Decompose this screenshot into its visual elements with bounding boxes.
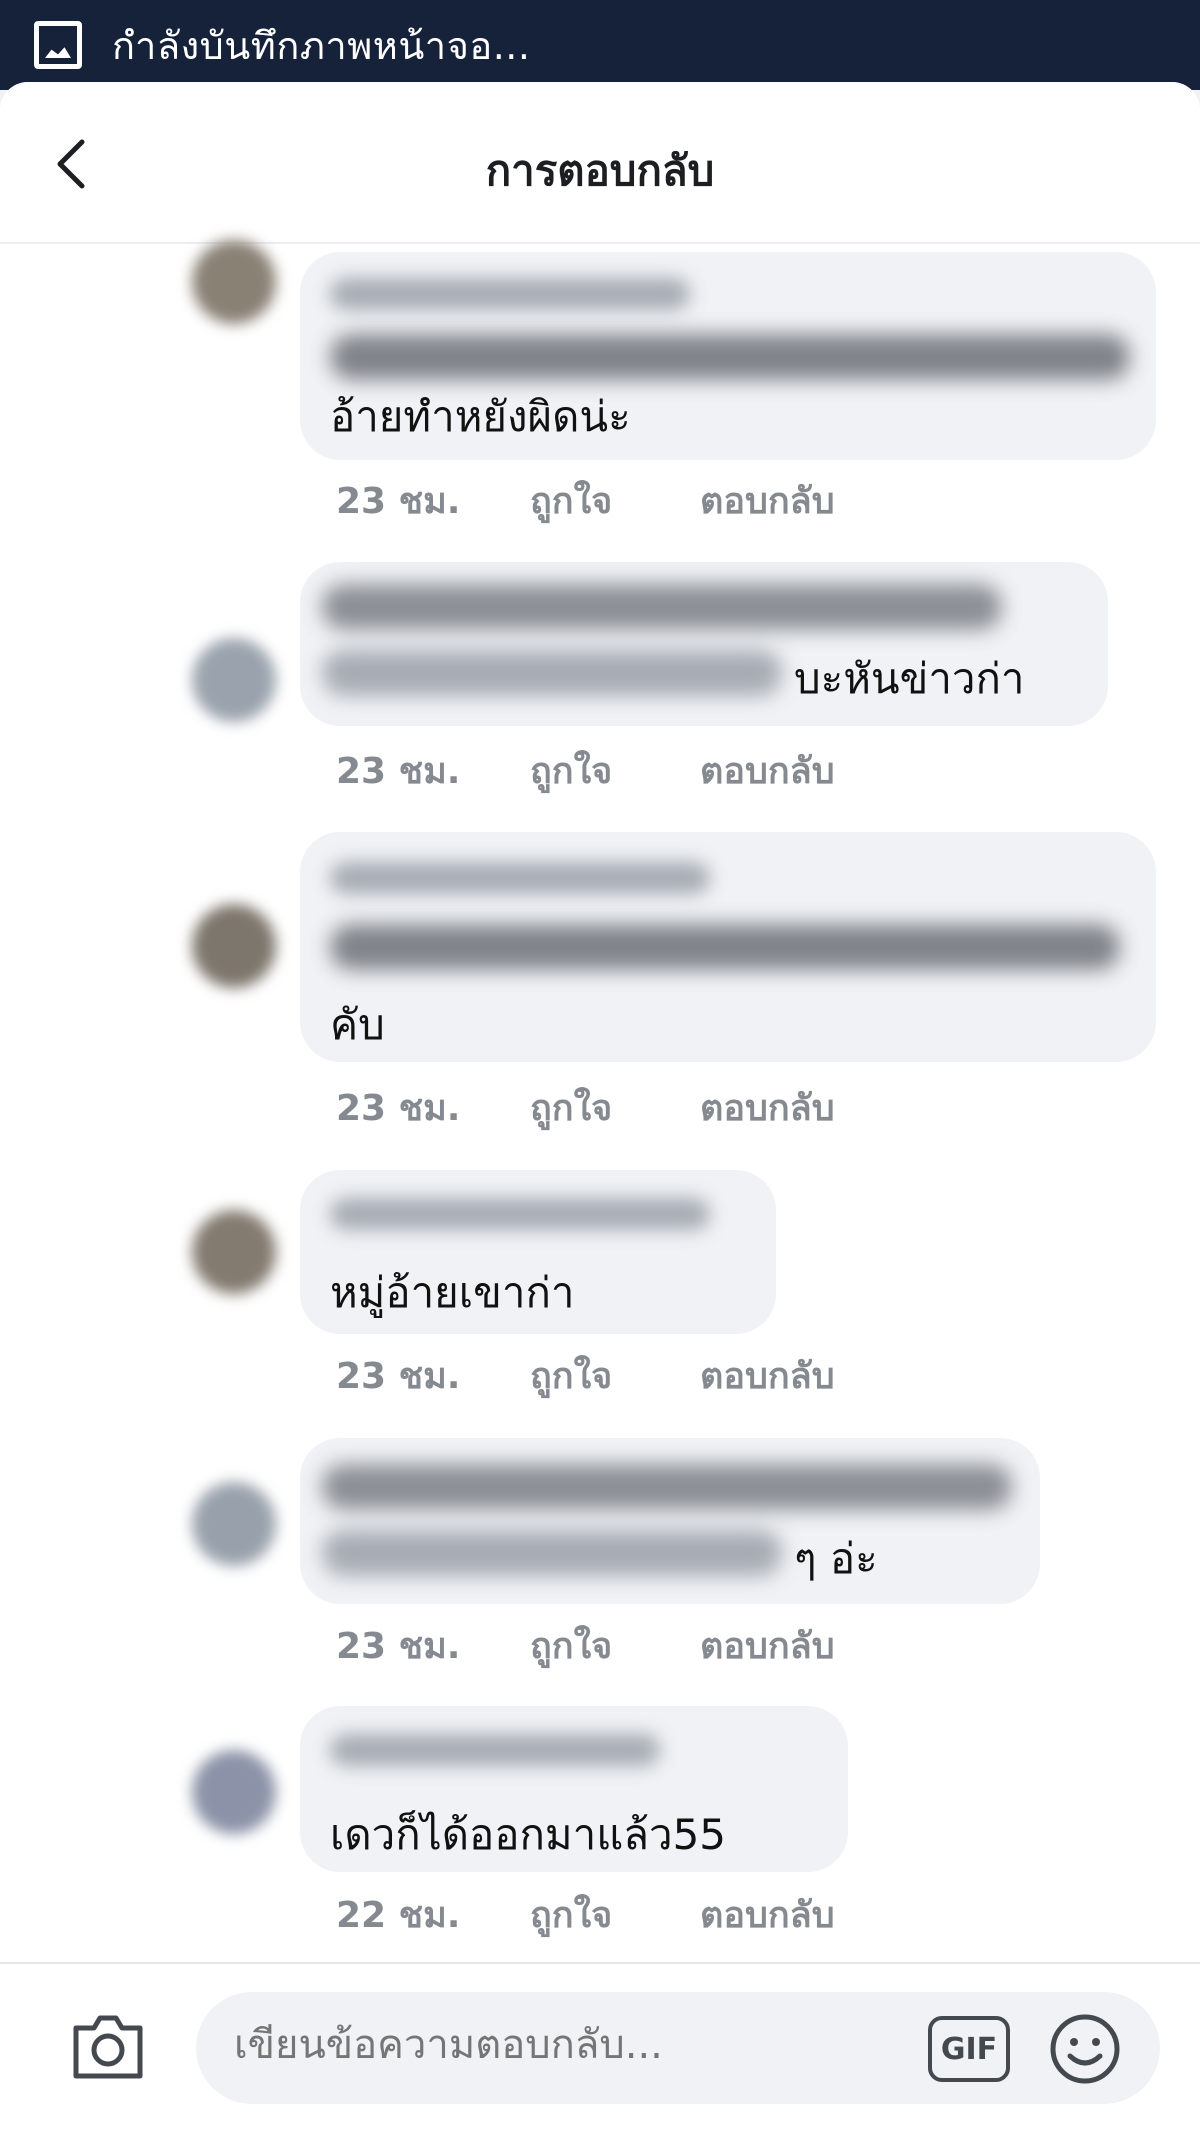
reply-time: 23 ชม. xyxy=(336,481,461,522)
smiley-icon xyxy=(1050,2014,1120,2084)
reply-bubble[interactable]: บะหันข่าวก่า xyxy=(300,562,1108,726)
reply-meta: 23 ชม. ถูกใจ ตอบกลับ xyxy=(336,742,835,799)
blurred-author-name xyxy=(330,278,690,310)
like-button[interactable]: ถูกใจ xyxy=(530,472,700,529)
blurred-text xyxy=(322,1530,782,1576)
reply-meta: 23 ชม. ถูกใจ ตอบกลับ xyxy=(336,1079,835,1136)
emoji-button[interactable] xyxy=(1048,2012,1122,2086)
avatar[interactable] xyxy=(192,240,276,324)
blurred-text xyxy=(322,1464,1012,1510)
status-bar-text: กำลังบันทึกภาพหน้าจอ... xyxy=(112,23,531,68)
reply-text: อ้ายทำหยังผิดน่ะ xyxy=(330,392,631,441)
blurred-author-name xyxy=(330,1198,710,1230)
reply-meta: 23 ชม. ถูกใจ ตอบกลับ xyxy=(336,472,835,529)
reply-bubble[interactable]: หมู่อ้ายเขาก่า xyxy=(300,1170,776,1334)
status-bar: กำลังบันทึกภาพหน้าจอ... xyxy=(0,0,1200,90)
reply-bubble[interactable]: อ้ายทำหยังผิดน่ะ xyxy=(300,252,1156,460)
reply-button[interactable]: ตอบกลับ xyxy=(700,1079,835,1136)
reply-button[interactable]: ตอบกลับ xyxy=(700,472,835,529)
blurred-text xyxy=(330,334,1130,380)
avatar[interactable] xyxy=(192,638,276,722)
reply-time: 23 ชม. xyxy=(336,751,461,792)
blurred-author-name xyxy=(330,862,710,894)
like-button[interactable]: ถูกใจ xyxy=(530,1347,700,1404)
avatar[interactable] xyxy=(192,1750,276,1834)
reply-composer: GIF xyxy=(0,1962,1200,2133)
reply-bubble[interactable]: เดวก็ได้ออกมาแล้ว55 xyxy=(300,1706,848,1872)
reply-button[interactable]: ตอบกลับ xyxy=(700,1886,835,1943)
like-button[interactable]: ถูกใจ xyxy=(530,1617,700,1674)
gif-button[interactable]: GIF xyxy=(928,2016,1010,2082)
like-button[interactable]: ถูกใจ xyxy=(530,742,700,799)
reply-bubble[interactable]: ๆ อ่ะ xyxy=(300,1438,1040,1604)
like-button[interactable]: ถูกใจ xyxy=(530,1079,700,1136)
screenshot-icon xyxy=(34,21,82,69)
like-button[interactable]: ถูกใจ xyxy=(530,1886,700,1943)
reply-time: 23 ชม. xyxy=(336,1088,461,1129)
reply-text: ๆ อ่ะ xyxy=(794,1534,878,1583)
reply-text: หมู่อ้ายเขาก่า xyxy=(330,1268,575,1317)
avatar[interactable] xyxy=(192,904,276,988)
page-title: การตอบกลับ xyxy=(485,146,715,195)
reply-meta: 23 ชม. ถูกใจ ตอบกลับ xyxy=(336,1617,835,1674)
reply-bubble[interactable]: คับ xyxy=(300,832,1156,1062)
reply-text: เดวก็ได้ออกมาแล้ว55 xyxy=(330,1810,727,1859)
reply-input[interactable] xyxy=(234,2022,874,2068)
replies-sheet: การตอบกลับ อ้ายทำหยังผิดน่ะ 23 ชม. ถูกใจ… xyxy=(0,82,1200,2133)
reply-button[interactable]: ตอบกลับ xyxy=(700,1347,835,1404)
reply-time: 23 ชม. xyxy=(336,1356,461,1397)
camera-icon xyxy=(73,2015,143,2079)
avatar[interactable] xyxy=(192,1482,276,1566)
reply-text: คับ xyxy=(330,1000,385,1049)
reply-button[interactable]: ตอบกลับ xyxy=(700,742,835,799)
reply-meta: 22 ชม. ถูกใจ ตอบกลับ xyxy=(336,1886,835,1943)
reply-meta: 23 ชม. ถูกใจ ตอบกลับ xyxy=(336,1347,835,1404)
header: การตอบกลับ xyxy=(0,82,1200,244)
blurred-author-name xyxy=(330,1734,660,1766)
avatar[interactable] xyxy=(192,1210,276,1294)
blurred-text xyxy=(330,924,1120,970)
blurred-text xyxy=(322,650,782,696)
blurred-text xyxy=(322,584,1002,630)
reply-time: 23 ชม. xyxy=(336,1626,461,1667)
reply-text: บะหันข่าวก่า xyxy=(794,654,1025,703)
reply-input-container: GIF xyxy=(196,1992,1160,2104)
reply-time: 22 ชม. xyxy=(336,1895,461,1936)
camera-button[interactable] xyxy=(66,2004,150,2088)
reply-button[interactable]: ตอบกลับ xyxy=(700,1617,835,1674)
